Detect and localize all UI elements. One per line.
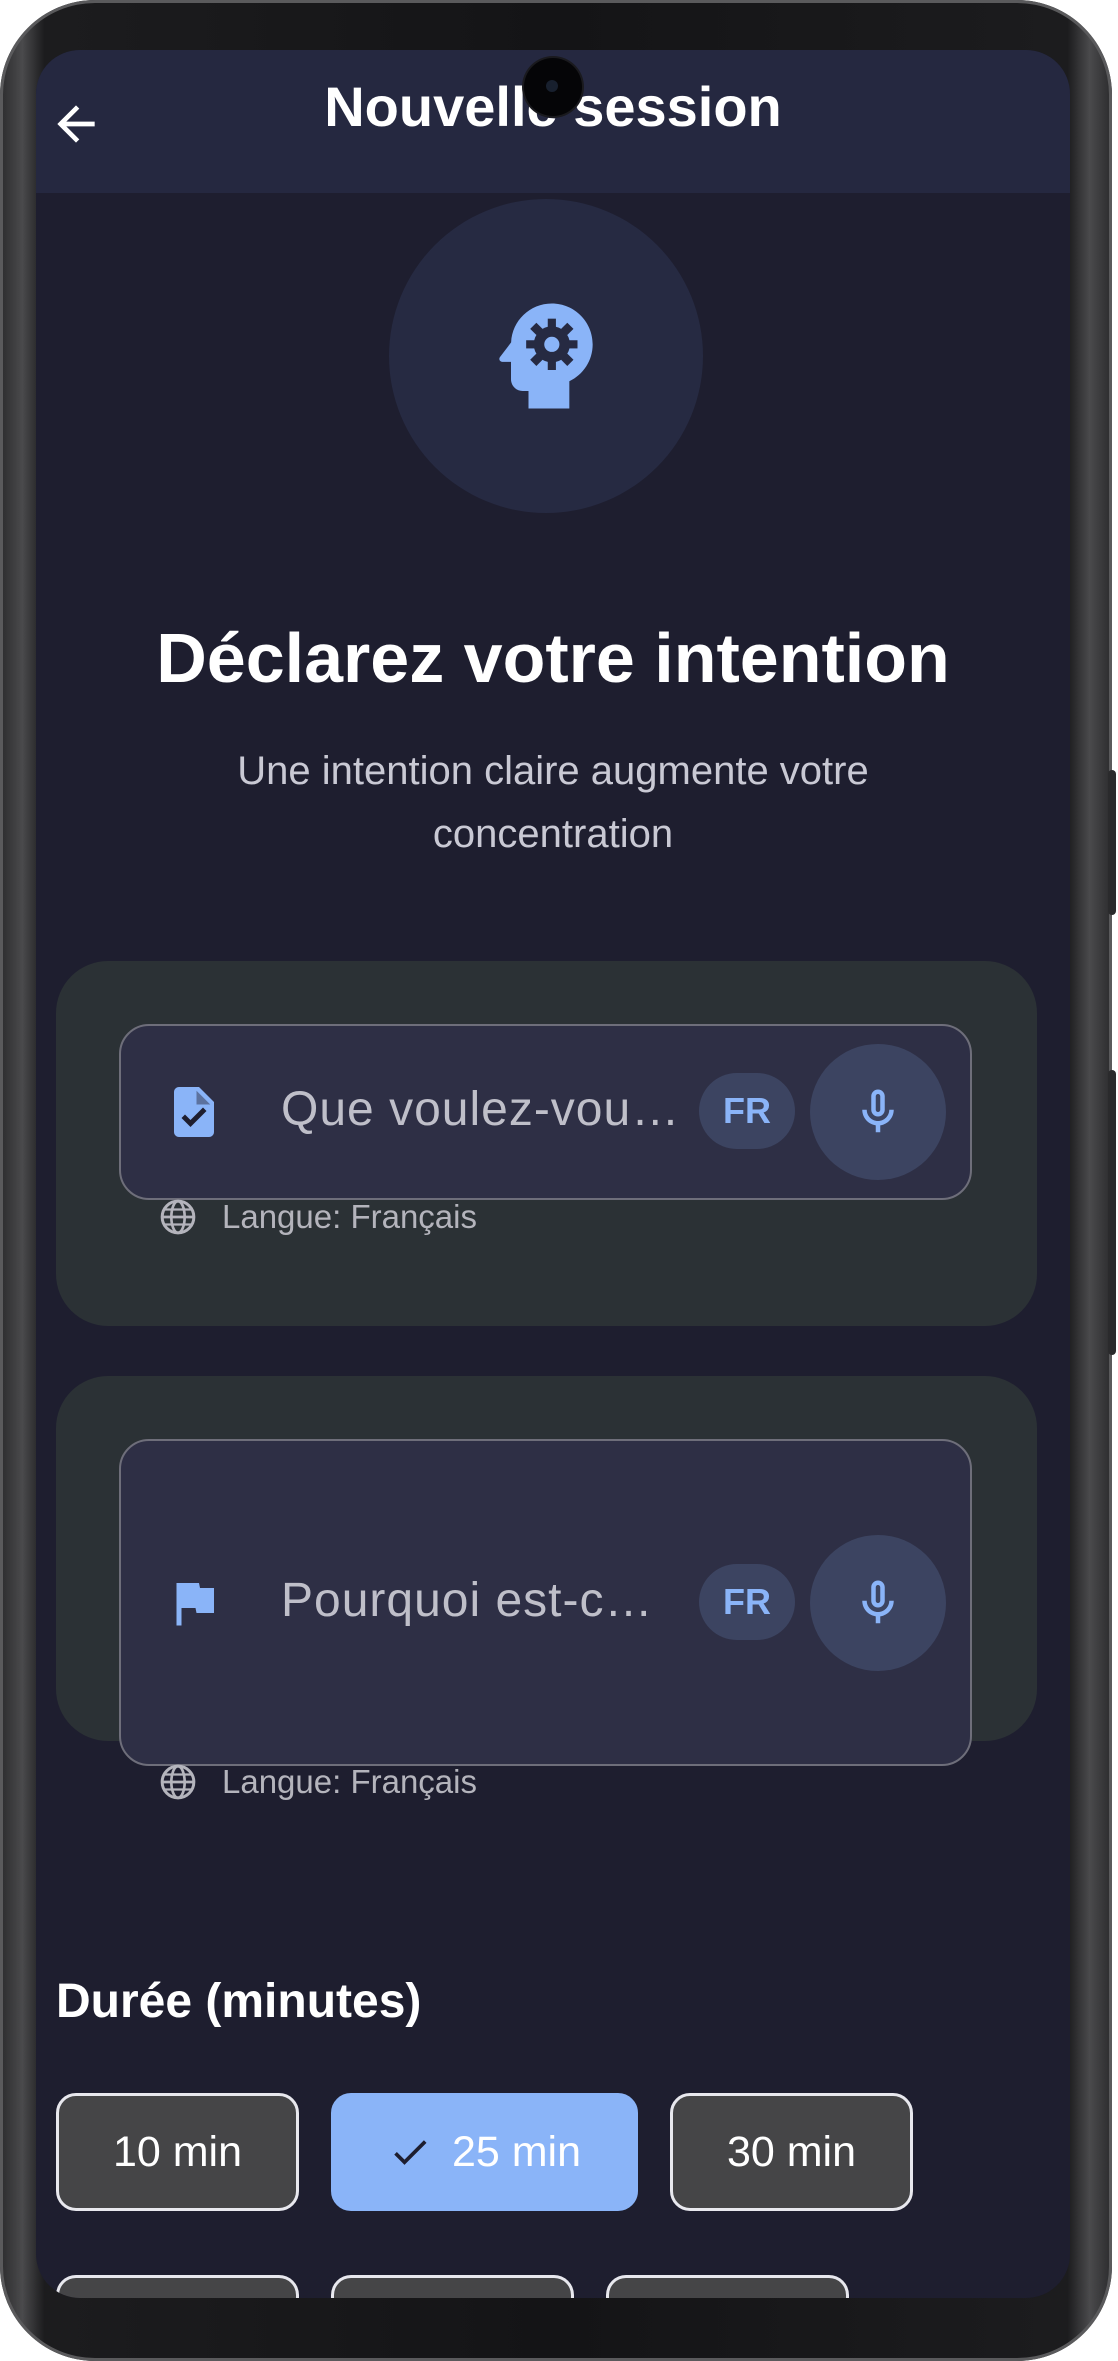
flag-icon	[164, 1568, 224, 1638]
intention-input[interactable]: Que voulez-vou… FR	[119, 1024, 972, 1200]
reason-input[interactable]: Pourquoi est-c… FR	[119, 1439, 972, 1766]
intention-heading: Déclarez votre intention	[156, 619, 950, 697]
language-label: Langue: Français	[222, 1763, 477, 1800]
app-screen: Nouvelle session Déclarez votre intentio…	[36, 50, 1070, 2298]
language-info: Langue: Français	[158, 1760, 477, 1804]
duration-title: Durée (minutes)	[56, 1975, 422, 2028]
microphone-icon	[862, 1580, 894, 1624]
task-document-check-icon	[164, 1077, 224, 1147]
globe-icon	[160, 1199, 196, 1235]
duration-chip-more[interactable]	[331, 2275, 574, 2298]
intention-placeholder: Que voulez-vou…	[281, 1083, 681, 1136]
front-camera	[524, 58, 582, 116]
reason-placeholder: Pourquoi est-c…	[281, 1574, 654, 1627]
chip-label: 10 min	[112, 2127, 243, 2176]
duration-chip-10[interactable]: 10 min	[56, 2093, 299, 2211]
duration-chip-more[interactable]	[56, 2275, 299, 2298]
language-label: Langue: Français	[222, 1198, 477, 1235]
chip-label: 30 min	[726, 2127, 857, 2176]
reason-card: Pourquoi est-c… FR Langue: Français	[56, 1376, 1037, 1800]
voice-input-button[interactable]	[810, 1044, 946, 1180]
volume-button	[1108, 1070, 1116, 1355]
check-icon	[394, 2140, 427, 2165]
globe-icon	[160, 1764, 196, 1800]
phone-frame: Nouvelle session Déclarez votre intentio…	[0, 0, 1116, 2361]
power-button	[1108, 770, 1116, 915]
chip-label: 25 min	[451, 2127, 582, 2176]
intention-hero-badge	[389, 199, 703, 513]
duration-chip-more[interactable]	[606, 2275, 849, 2298]
intention-subtitle: Une intention claire augmente votre conc…	[237, 749, 869, 856]
language-info: Langue: Français	[158, 1195, 477, 1239]
intention-card: Que voulez-vou… FR Langue: Français	[56, 961, 1037, 1326]
duration-chip-30[interactable]: 30 min	[670, 2093, 913, 2211]
voice-input-button[interactable]	[810, 1535, 946, 1671]
language-chip[interactable]: FR	[699, 1564, 795, 1640]
psychology-head-gear-icon	[499, 303, 593, 409]
duration-chip-25[interactable]: 25 min	[331, 2093, 638, 2211]
language-chip[interactable]: FR	[699, 1073, 795, 1149]
microphone-icon	[862, 1089, 894, 1133]
